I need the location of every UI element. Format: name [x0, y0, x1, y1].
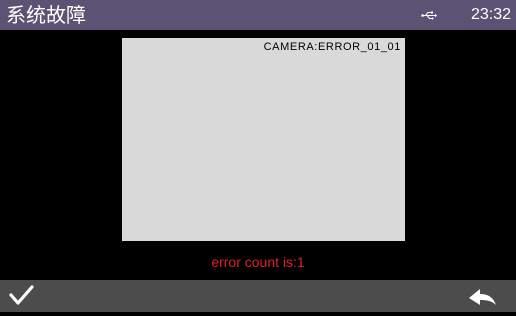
screen-title: 系统故障 — [6, 3, 86, 27]
error-count-message: error count is:1 — [211, 254, 305, 270]
back-arrow-icon — [469, 289, 496, 305]
check-icon — [9, 285, 34, 305]
status-bar: 系统故障 23:32 — [0, 0, 516, 30]
camera-error-label: CAMERA:ERROR_01_01 — [263, 41, 401, 53]
confirm-button[interactable] — [0, 280, 60, 312]
clock: 23:32 — [470, 6, 511, 23]
back-button[interactable] — [456, 280, 516, 312]
camera-preview: CAMERA:ERROR_01_01 — [122, 38, 405, 241]
bottom-toolbar — [0, 280, 516, 312]
usb-icon — [421, 11, 437, 20]
